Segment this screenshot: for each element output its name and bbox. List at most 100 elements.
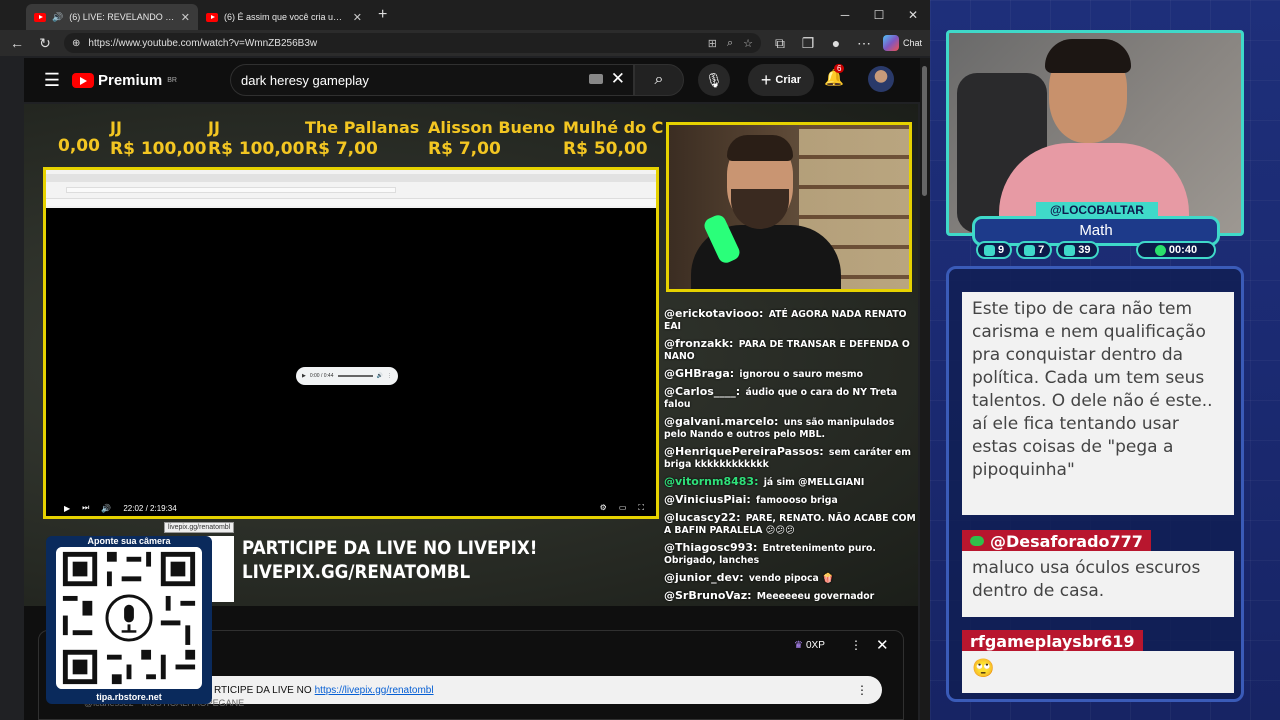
copilot-chat-button[interactable]: Chat <box>882 35 922 51</box>
next-icon[interactable]: ⏭ <box>82 503 89 513</box>
donor-item: 0,00 <box>58 118 100 156</box>
video-player[interactable]: 0,00 JJ R$ 100,00 JJ R$ 100,00 The Pallana… <box>24 104 918 606</box>
close-chat-icon[interactable]: ✕ <box>876 636 889 654</box>
overlay-chat-message: maluco usa óculos escuros dentro de casa… <box>962 551 1234 617</box>
youtube-header: ☰ Premium BR dark heresy gameplay ✕ ⌕ 🎙 … <box>24 58 920 102</box>
volume-icon[interactable]: 🔊 <box>101 504 111 513</box>
voice-search-button[interactable]: 🎙 <box>698 64 730 96</box>
tab-title: (6) É assim que você cria um perfil <box>224 12 347 22</box>
more-options-icon[interactable]: ⋯ <box>855 35 873 52</box>
audio-player[interactable]: ▶ 0:00 / 0:44 🔊 ⋮ <box>296 367 398 385</box>
tip-qr-card: Aponte sua câmera tipa.rbstore.net <box>46 536 212 704</box>
chat-user: @HenriquePereiraPassos: <box>664 445 824 458</box>
search-icon: ⌕ <box>654 71 664 88</box>
overlay-chat-message: Este tipo de cara não tem carisma e nem … <box>962 292 1234 515</box>
xp-badge[interactable]: ♛ 0XP <box>794 640 825 651</box>
donor-ticker: 0,00 JJ R$ 100,00 JJ R$ 100,00 The Pallana… <box>24 118 664 166</box>
profile-avatar-icon[interactable]: ● <box>827 35 845 51</box>
pinned-link[interactable]: https://livepix.gg/renatombl <box>315 685 434 696</box>
search-input[interactable]: dark heresy gameplay ✕ <box>230 64 634 96</box>
favorite-star-icon[interactable]: ☆ <box>743 37 753 50</box>
chat-message: @lucascy22: PARE, RENATO. NÃO ACABE COM … <box>664 512 918 537</box>
audio-progress-bar[interactable] <box>337 375 373 377</box>
chat-message: @GHBraga: ignorou o sauro mesmo <box>664 368 918 381</box>
stream-stats: 9 7 39 00:40 <box>976 241 1216 261</box>
qr-code <box>56 547 202 689</box>
extensions-icon[interactable]: ⧉ <box>771 35 789 52</box>
overlay-chat-user: @Desaforado777 <box>962 530 1151 552</box>
chat-icon <box>984 244 995 256</box>
donor-name: Mulhé do Cc <box>563 118 663 137</box>
youtube-badge-icon <box>970 536 984 546</box>
donor-name: The Pallanas <box>305 118 420 137</box>
tab-title: (6) LIVE: REVELANDO NOVOS <box>69 12 175 22</box>
stat-viewers: 39 <box>1056 241 1099 259</box>
region-label: BR <box>167 76 177 84</box>
chat-message: @erickotaviooo: ATÉ AGORA NADA RENATO EA… <box>664 308 918 333</box>
qr-bottom-label: tipa.rbstore.net <box>96 692 162 702</box>
new-tab-button[interactable]: + <box>378 6 387 24</box>
donor-amount: 0,00 <box>58 136 100 156</box>
close-tab-icon[interactable]: ✕ <box>353 11 362 24</box>
minimize-button[interactable]: ─ <box>828 0 862 30</box>
close-tab-icon[interactable]: ✕ <box>181 11 190 24</box>
youtube-premium-logo[interactable]: Premium BR <box>72 72 177 89</box>
fullscreen-icon[interactable]: ⛶ <box>638 503 644 513</box>
close-window-button[interactable]: ✕ <box>896 0 930 30</box>
chat-user: @junior_dev: <box>664 571 744 584</box>
maximize-button[interactable]: ☐ <box>862 0 896 30</box>
url-field[interactable]: ⊕ https://www.youtube.com/watch?v=WmnZB2… <box>64 33 761 53</box>
chat-text: já sim @MELLGIANI <box>763 477 865 488</box>
site-info-icon[interactable]: ⊕ <box>72 38 80 49</box>
chat-user: @GHBraga: <box>664 367 735 380</box>
refresh-icon[interactable]: ↻ <box>36 35 54 52</box>
page-scrollbar[interactable] <box>920 58 930 720</box>
collections-icon[interactable]: ❐ <box>799 35 817 52</box>
viewers-icon <box>1064 244 1076 256</box>
chat-user: @vitornm8483: <box>664 475 759 488</box>
tab-video[interactable]: (6) É assim que você cria um perfil ✕ <box>198 4 370 30</box>
stat-timer: 00:40 <box>1136 241 1216 259</box>
audio-time: 0:00 / 0:44 <box>309 373 334 379</box>
volume-icon[interactable]: 🔊 <box>377 373 383 379</box>
pinned-options-icon[interactable]: ⋮ <box>856 683 868 697</box>
video-controls: ▶ ⏭ 🔊 22:02 / 2:19:34 ⚙ ▭ ⛶ <box>46 500 656 516</box>
xp-label: 0XP <box>805 640 825 651</box>
donor-amount: R$ 7,00 <box>305 139 378 159</box>
donor-item: Alisson Bueno R$ 7,00 <box>428 118 555 159</box>
microphone-icon: 🎙 <box>705 71 723 88</box>
plus-icon: + <box>760 69 772 90</box>
chat-label: Chat <box>902 38 922 48</box>
youtube-favicon-icon <box>34 12 46 22</box>
chat-message: @ViniciusPiai: famoooso briga <box>664 494 918 507</box>
scrollbar-thumb[interactable] <box>922 66 927 196</box>
chat-user: @erickotaviooo: <box>664 307 764 320</box>
back-arrow-icon[interactable]: ← <box>8 35 26 51</box>
tab-live[interactable]: 🔊 (6) LIVE: REVELANDO NOVOS ✕ <box>26 4 198 30</box>
more-icon[interactable]: ⋮ <box>387 373 392 379</box>
notifications-button[interactable]: 🔔 6 <box>824 64 845 88</box>
clear-search-icon[interactable]: ✕ <box>611 69 625 89</box>
miniplayer-icon[interactable]: ▭ <box>619 503 627 513</box>
screen-share-window: ▶ 0:00 / 0:44 🔊 ⋮ ▶ ⏭ 🔊 22:02 / 2:19:34 … <box>43 167 659 519</box>
chat-message: @HenriquePereiraPassos: sem caráter em b… <box>664 446 918 471</box>
keyboard-icon[interactable] <box>589 74 603 84</box>
account-avatar[interactable] <box>868 66 894 92</box>
person-hair <box>1045 39 1131 73</box>
play-icon[interactable]: ▶ <box>64 504 70 513</box>
chat-options-icon[interactable]: ⋮ <box>850 638 862 652</box>
app-icon[interactable]: ⊞ <box>708 37 717 50</box>
speaker-icon[interactable]: 🔊 <box>52 12 63 23</box>
chat-user: @Carlos____: <box>664 385 741 398</box>
zoom-icon[interactable]: ⌕ <box>727 37 733 50</box>
create-button[interactable]: + Criar <box>748 64 814 96</box>
chat-user: @lucascy22: <box>664 511 741 524</box>
timer-value: 00:40 <box>1168 244 1198 256</box>
donor-amount: R$ 100,00 <box>208 139 305 159</box>
youtube-favicon-icon <box>206 12 218 22</box>
menu-hamburger-icon[interactable]: ☰ <box>32 70 72 91</box>
search-button[interactable]: ⌕ <box>634 64 684 96</box>
video-time: 22:02 / 2:19:34 <box>123 503 177 513</box>
settings-icon[interactable]: ⚙ <box>600 503 607 513</box>
play-icon[interactable]: ▶ <box>302 373 306 379</box>
